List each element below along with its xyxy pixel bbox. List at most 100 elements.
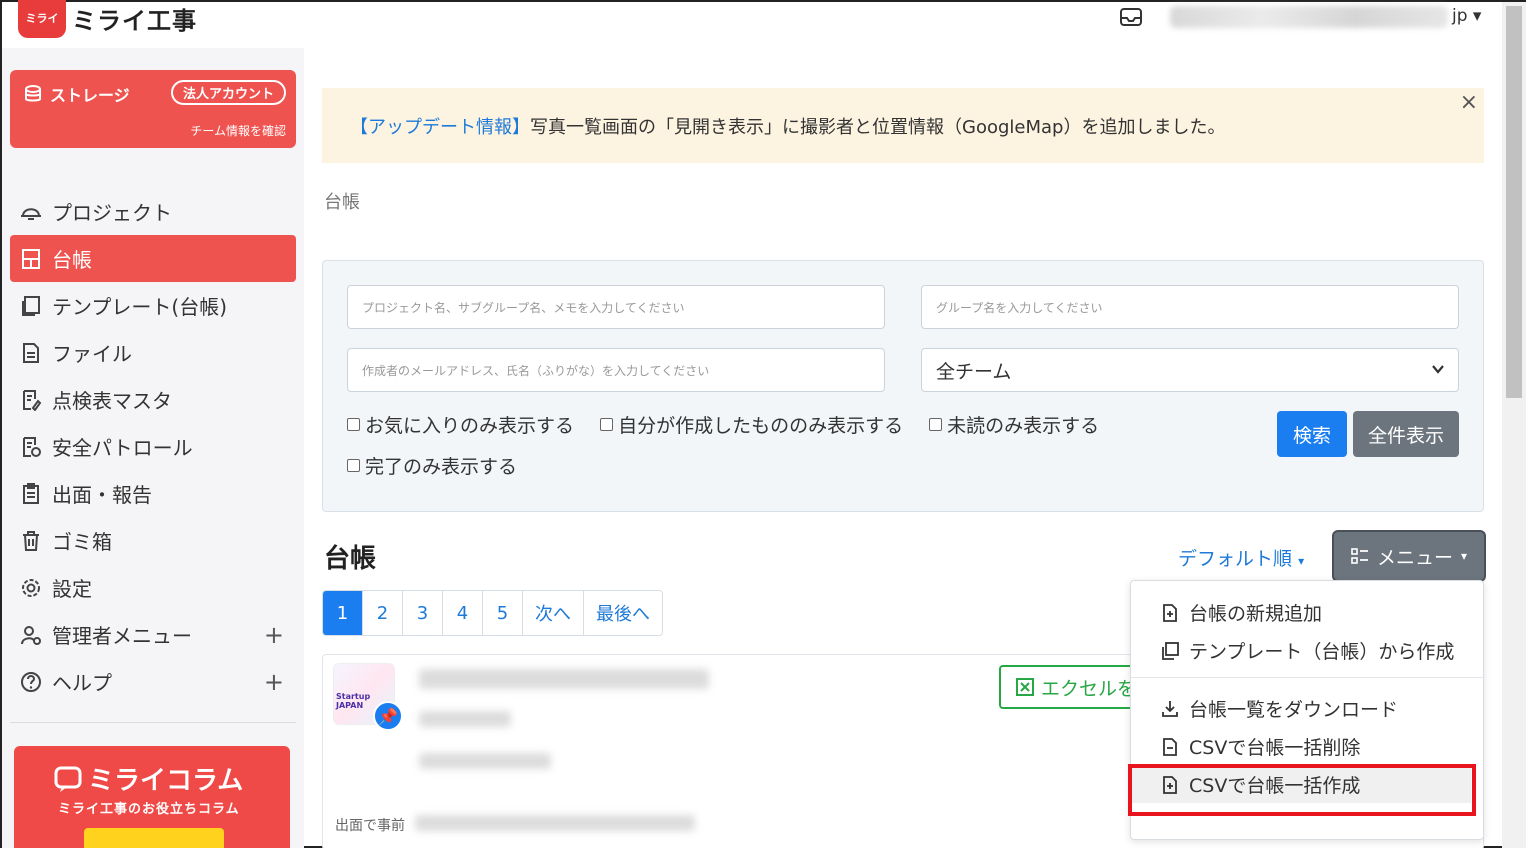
sidebar-item-checklist-master[interactable]: 点検表マスタ bbox=[10, 376, 296, 423]
caret-down-icon: ▾ bbox=[1298, 554, 1305, 568]
sidebar-item-label: ファイル bbox=[52, 342, 132, 366]
sidebar-item-label: 管理者メニュー bbox=[52, 624, 192, 648]
checklist-icon bbox=[20, 389, 42, 411]
checkbox-label: お気に入りのみ表示する bbox=[365, 415, 575, 437]
chevron-down-icon bbox=[1432, 365, 1444, 374]
team-select[interactable]: 全チーム bbox=[921, 348, 1459, 392]
highlight-annotation-frame bbox=[1128, 764, 1476, 816]
alert-text: 写真一覧画面の「見開き表示」に撮影者と位置情報（GoogleMap）を追加しまし… bbox=[530, 116, 1226, 138]
file-plus-icon bbox=[1163, 603, 1177, 622]
file-icon bbox=[20, 342, 42, 364]
sidebar-nav: プロジェクト 台帳 テンプレート(台帳) ファイル 点検表マスタ 安全パトロール… bbox=[10, 188, 296, 705]
excel-export-button[interactable]: エクセルを bbox=[999, 665, 1149, 709]
sidebar-item-label: 点検表マスタ bbox=[52, 389, 172, 413]
author-search-input[interactable]: 作成者のメールアドレス、氏名（ふりがな）を入力してください bbox=[347, 348, 885, 392]
checkbox-box[interactable] bbox=[347, 418, 360, 431]
page-link[interactable]: 3 bbox=[403, 591, 443, 635]
menu-item-csv-bulk-delete[interactable]: CSVで台帳一括削除 bbox=[1161, 733, 1360, 760]
sidebar: ストレージ 法人アカウント チーム情報を確認 プロジェクト 台帳 テンプレート(… bbox=[2, 48, 304, 848]
menu-item-label: 台帳一覧をダウンロード bbox=[1189, 699, 1399, 721]
scrollbar-thumb[interactable] bbox=[1506, 6, 1522, 398]
update-info-link[interactable]: 【アップデート情報】 bbox=[350, 113, 530, 139]
sort-label: デフォルト順 bbox=[1178, 548, 1293, 570]
page-title: 台帳 bbox=[324, 544, 377, 574]
patrol-icon bbox=[20, 436, 42, 458]
user-email-blurred[interactable] bbox=[1170, 6, 1448, 28]
sidebar-item-trash[interactable]: ゴミ箱 bbox=[10, 517, 296, 564]
column-title-text: ミライコラム bbox=[88, 766, 244, 796]
menu-label: メニュー bbox=[1376, 546, 1453, 569]
logo-badge: ミライ bbox=[18, 0, 66, 38]
top-header: ミライ ミライ工事 jp ▾ bbox=[2, 0, 1502, 48]
search-button[interactable]: 検索 bbox=[1277, 411, 1347, 457]
sidebar-item-label: ゴミ箱 bbox=[52, 530, 112, 554]
sidebar-item-help[interactable]: ヘルプ + bbox=[10, 658, 296, 705]
completed-only-checkbox[interactable]: 完了のみ表示する bbox=[347, 452, 517, 479]
page-link[interactable]: 1 bbox=[323, 591, 363, 635]
gear-icon bbox=[20, 577, 42, 599]
checkbox-box[interactable] bbox=[347, 459, 360, 472]
sidebar-item-project[interactable]: プロジェクト bbox=[10, 188, 296, 235]
help-icon bbox=[20, 671, 42, 693]
pin-icon[interactable]: 📌 bbox=[373, 701, 403, 731]
column-banner[interactable]: ミライコラム ミライ工事のお役立ちコラム bbox=[14, 746, 290, 848]
page-link[interactable]: 4 bbox=[443, 591, 483, 635]
expand-plus-icon[interactable]: + bbox=[264, 621, 284, 649]
checkbox-box[interactable] bbox=[600, 418, 614, 431]
card-footer-text: 出面で事前 bbox=[335, 818, 405, 834]
chat-bubble-icon bbox=[54, 766, 82, 792]
ledger-meta-blurred bbox=[419, 711, 511, 727]
storage-card[interactable]: ストレージ 法人アカウント チーム情報を確認 bbox=[10, 70, 296, 148]
scrollbar[interactable] bbox=[1502, 2, 1526, 848]
inbox-icon[interactable] bbox=[1120, 8, 1142, 26]
user-menu-toggle[interactable]: jp ▾ bbox=[1452, 6, 1481, 26]
menu-item-label: 台帳の新規追加 bbox=[1189, 603, 1323, 625]
menu-item-from-template[interactable]: テンプレート（台帳）から作成 bbox=[1161, 637, 1454, 664]
sidebar-item-template[interactable]: テンプレート(台帳) bbox=[10, 282, 296, 329]
last-page-link[interactable]: 最後へ bbox=[584, 591, 662, 635]
account-type-badge: 法人アカウント bbox=[170, 80, 286, 105]
page-link[interactable]: 2 bbox=[363, 591, 403, 635]
favorites-only-checkbox[interactable]: お気に入りのみ表示する bbox=[347, 411, 574, 438]
app-logo[interactable]: ミライ ミライ工事 bbox=[18, 0, 197, 38]
ledger-title-blurred[interactable] bbox=[419, 669, 709, 689]
pagination: 1 2 3 4 5 次へ 最後へ bbox=[322, 590, 663, 636]
mine-only-checkbox[interactable]: 自分が作成したもののみ表示する bbox=[600, 411, 903, 438]
copy-icon bbox=[1162, 641, 1179, 660]
sidebar-item-safety-patrol[interactable]: 安全パトロール bbox=[10, 423, 296, 470]
template-icon bbox=[20, 295, 42, 317]
breadcrumb: 台帳 bbox=[324, 192, 360, 213]
next-page-link[interactable]: 次へ bbox=[523, 591, 584, 635]
user-email-suffix: jp bbox=[1452, 6, 1468, 26]
menu-item-new-ledger[interactable]: 台帳の新規追加 bbox=[1161, 599, 1322, 626]
sidebar-item-label: 設定 bbox=[52, 577, 92, 601]
sidebar-divider bbox=[10, 722, 296, 723]
column-button[interactable] bbox=[84, 828, 224, 848]
checkbox-label: 未読のみ表示する bbox=[947, 415, 1100, 437]
sidebar-item-attendance-report[interactable]: 出面・報告 bbox=[10, 470, 296, 517]
sidebar-item-settings[interactable]: 設定 bbox=[10, 564, 296, 611]
caret-down-icon: ▾ bbox=[1460, 549, 1468, 563]
file-minus-icon bbox=[1163, 737, 1177, 756]
menu-item-download-list[interactable]: 台帳一覧をダウンロード bbox=[1161, 695, 1398, 722]
project-search-input[interactable]: プロジェクト名、サブグループ名、メモを入力してください bbox=[347, 285, 885, 329]
report-icon bbox=[20, 482, 42, 505]
sidebar-item-label: テンプレート(台帳) bbox=[52, 295, 228, 319]
unread-only-checkbox[interactable]: 未読のみ表示する bbox=[929, 411, 1099, 438]
expand-plus-icon[interactable]: + bbox=[264, 668, 284, 696]
close-icon[interactable]: × bbox=[1460, 90, 1478, 115]
team-select-value: 全チーム bbox=[936, 360, 1012, 383]
sidebar-item-admin-menu[interactable]: 管理者メニュー + bbox=[10, 611, 296, 658]
menu-button[interactable]: メニュー ▾ bbox=[1334, 532, 1484, 580]
sidebar-item-ledger[interactable]: 台帳 bbox=[10, 235, 296, 282]
sort-dropdown[interactable]: デフォルト順 ▾ bbox=[1178, 544, 1304, 571]
checkbox-box[interactable] bbox=[929, 418, 943, 431]
page-link[interactable]: 5 bbox=[483, 591, 523, 635]
search-panel: プロジェクト名、サブグループ名、メモを入力してください グループ名を入力してくだ… bbox=[322, 260, 1484, 512]
team-info-link[interactable]: チーム情報を確認 bbox=[190, 122, 286, 139]
checkbox-label: 完了のみ表示する bbox=[365, 456, 518, 478]
sidebar-item-label: 安全パトロール bbox=[52, 436, 193, 460]
sidebar-item-file[interactable]: ファイル bbox=[10, 329, 296, 376]
show-all-button[interactable]: 全件表示 bbox=[1353, 411, 1459, 457]
group-search-input[interactable]: グループ名を入力してください bbox=[921, 285, 1459, 329]
